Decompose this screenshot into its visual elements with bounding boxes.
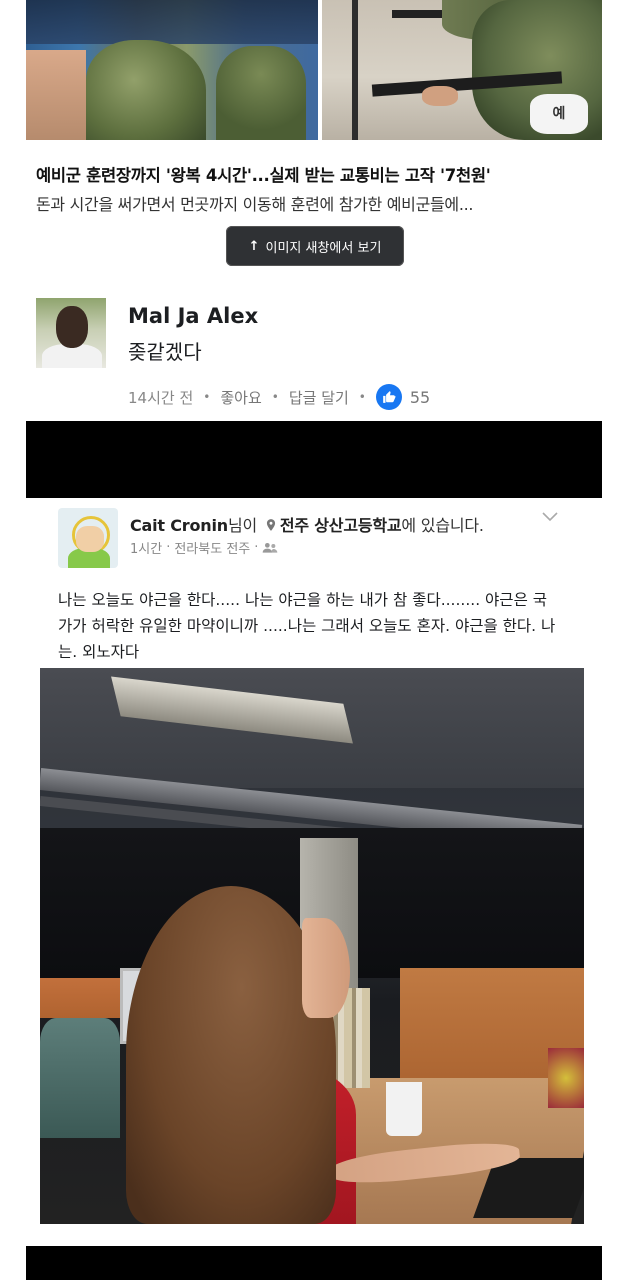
comment-time[interactable]: 14시간 전 — [128, 387, 193, 408]
news-image-left[interactable] — [26, 0, 318, 140]
post-header: Cait Cronin님이 전주 상산고등학교에 있습니다. — [130, 512, 484, 536]
meta-separator: · — [166, 540, 171, 555]
post-text: 나는 오늘도 야근을 한다..... 나는 야근을 하는 내가 참 좋다....… — [58, 591, 556, 661]
news-image-right[interactable]: 예 — [322, 0, 602, 140]
commenter-name[interactable]: Mal Ja Alex — [128, 304, 258, 328]
post-author-name[interactable]: Cait Cronin — [130, 516, 228, 535]
author-suffix: 님이 — [227, 516, 257, 535]
chevron-down-icon[interactable] — [542, 510, 558, 526]
news-description[interactable]: 돈과 시간을 써가면서 먼곳까지 이동해 훈련에 참가한 예비군들에... — [36, 191, 616, 215]
comment-actions: 14시간 전 • 좋아요 • 답글 달기 • 55 — [128, 384, 430, 410]
separator-dot: • — [358, 390, 366, 404]
commenter-avatar[interactable] — [36, 298, 106, 368]
like-count[interactable]: 55 — [410, 388, 430, 407]
thumbs-up-icon[interactable] — [375, 384, 402, 410]
comment-text: 좆같겠다 — [128, 340, 202, 364]
post-author-avatar[interactable] — [58, 508, 118, 568]
view-image-new-window-button[interactable]: ↑ 이미지 새창에서 보기 — [226, 226, 404, 266]
news-card-images[interactable]: 예 — [26, 0, 602, 140]
news-title[interactable]: 예비군 훈련장까지 '왕복 4시간'...실제 받는 교통비는 고작 '7천원' — [36, 162, 616, 186]
friends-icon — [263, 542, 278, 553]
reply-link[interactable]: 답글 달기 — [289, 387, 349, 408]
checkin-place[interactable]: 전주 상산고등학교 — [280, 516, 402, 535]
post-meta: 1시간 · 전라북도 전주 · — [130, 538, 278, 557]
post-time[interactable]: 1시간 — [130, 538, 162, 557]
view-image-button-label: 이미지 새창에서 보기 — [265, 240, 382, 256]
pin-icon — [266, 519, 275, 531]
meta-separator: · — [254, 540, 259, 555]
place-suffix: 에 있습니다. — [401, 516, 484, 535]
like-link[interactable]: 좋아요 — [220, 387, 261, 408]
post-photo[interactable] — [40, 668, 584, 1224]
post-location[interactable]: 전라북도 전주 — [174, 538, 250, 557]
arrow-up-icon: ↑ — [248, 238, 260, 254]
armband-text: 예 — [530, 94, 588, 134]
separator-dot: • — [271, 390, 279, 404]
separator-dot: • — [203, 390, 211, 404]
black-separator-band-bottom — [26, 1246, 602, 1280]
black-separator-band — [26, 421, 602, 498]
